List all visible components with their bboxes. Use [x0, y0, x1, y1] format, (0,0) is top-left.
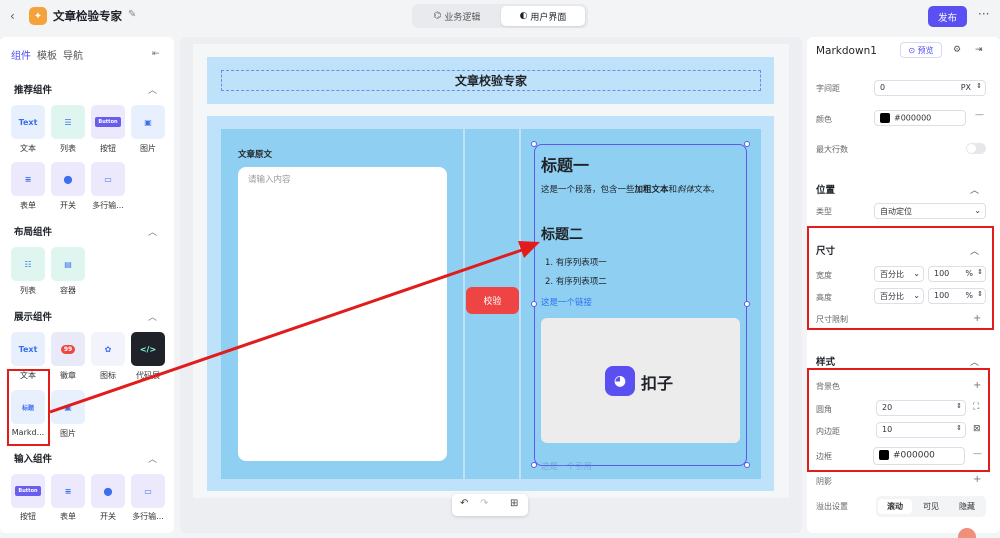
max-lines-label: 最大行数 — [816, 145, 848, 154]
style-section-title: 样式 — [816, 357, 836, 368]
remove-color-icon[interactable]: — — [975, 110, 984, 120]
letter-spacing-label: 字间距 — [816, 84, 840, 93]
overflow-segmented: 滚动 可见 隐藏 — [876, 496, 986, 517]
stepper-icon: ⇕ — [976, 82, 982, 90]
annotation-highlight — [807, 226, 994, 330]
chevron-down-icon: ⌄ — [974, 206, 981, 215]
color-input[interactable]: #000000 — [874, 110, 966, 126]
chevron-up-icon[interactable]: ︿ — [970, 355, 979, 368]
position-type-select[interactable]: 自动定位 ⌄ — [874, 203, 986, 219]
type-label: 类型 — [816, 207, 832, 216]
arrow-head — [518, 241, 540, 258]
chevron-up-icon[interactable]: ︿ — [970, 183, 979, 196]
settings-icon[interactable]: ⚙ — [953, 45, 961, 55]
overflow-visible[interactable]: 可见 — [914, 499, 948, 514]
overflow-scroll[interactable]: 滚动 — [878, 499, 912, 514]
position-section-title: 位置 — [816, 185, 836, 196]
annotation-highlight — [807, 368, 990, 472]
add-shadow-icon[interactable]: + — [973, 474, 981, 485]
arrow-line — [49, 248, 523, 414]
component-name: Markdown1 — [816, 45, 877, 57]
overflow-hidden[interactable]: 隐藏 — [950, 499, 984, 514]
shadow-label: 阴影 — [816, 477, 832, 486]
preview-button[interactable]: ⊙ 预览 — [900, 42, 942, 58]
max-lines-toggle[interactable] — [966, 143, 986, 154]
preview-icon: ⊙ — [908, 45, 918, 55]
color-swatch — [880, 113, 890, 123]
panel-toggle-icon[interactable]: ⇥ — [975, 45, 983, 55]
overflow-label: 溢出设置 — [816, 502, 848, 511]
color-label: 颜色 — [816, 115, 832, 124]
letter-spacing-input[interactable]: 0 PX ⇕ — [874, 80, 986, 96]
